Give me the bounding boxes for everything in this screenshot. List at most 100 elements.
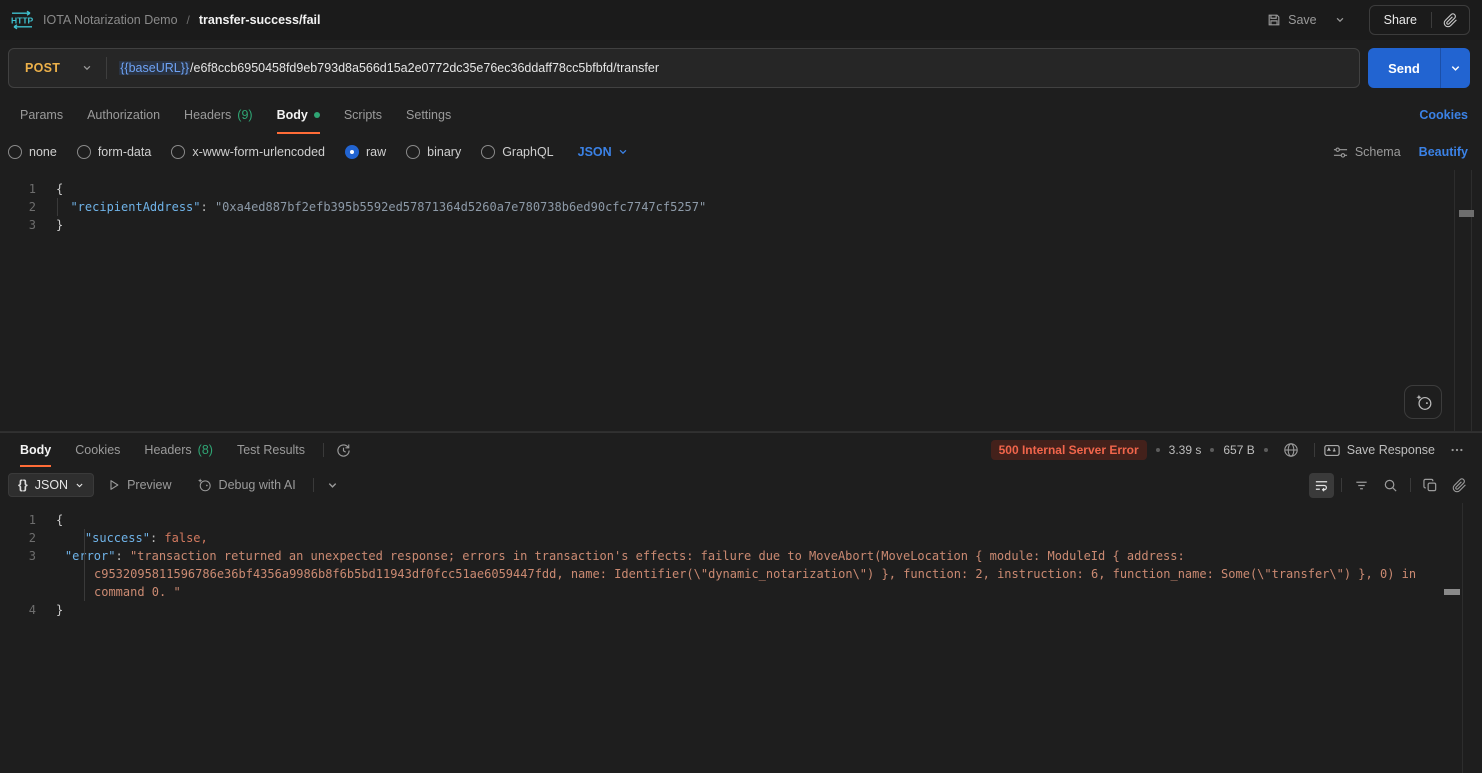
filter-icon	[1354, 478, 1369, 493]
code-text: "recipientAddress": "0xa4ed887bf2efb395b…	[36, 198, 706, 216]
response-body-viewer: 1 { 2 "success": false, 3 "error": "tran…	[0, 503, 1482, 773]
line-number: 2	[0, 529, 36, 547]
body-type-binary-label: binary	[427, 145, 461, 159]
request-tabs-bar: Params Authorization Headers(9) Body Scr…	[0, 96, 1482, 134]
code-text: "success": false,	[36, 529, 208, 547]
request-editor-line: 3 }	[0, 216, 1482, 234]
radio-icon	[171, 145, 185, 159]
link-response-button[interactable]	[1447, 473, 1472, 498]
code-text: }	[36, 601, 63, 619]
line-number: 1	[0, 511, 36, 529]
response-line: 3 "error": "transaction returned an unex…	[0, 547, 1482, 601]
network-info-button[interactable]	[1277, 438, 1305, 462]
body-type-urlencoded-label: x-www-form-urlencoded	[192, 145, 325, 159]
response-time[interactable]: 3.39 s	[1169, 443, 1202, 457]
filter-button[interactable]	[1349, 473, 1374, 498]
request-body-editor[interactable]: 1 { 2 "recipientAddress": "0xa4ed887bf2e…	[0, 170, 1482, 432]
response-view-toolbar: {} JSON Preview	[0, 467, 1482, 503]
url-input[interactable]: {{baseURL}}/e6f8ccb6950458fd9eb793d8a566…	[107, 61, 671, 75]
tab-authorization-label: Authorization	[87, 108, 160, 122]
schema-label: Schema	[1355, 145, 1401, 159]
copy-icon	[1423, 478, 1438, 493]
dot-separator	[1264, 448, 1268, 452]
json-string-value: "transaction returned an unexpected resp…	[94, 549, 1423, 599]
save-button[interactable]: Save	[1263, 7, 1321, 33]
body-type-graphql[interactable]: GraphQL	[481, 145, 553, 159]
editor-scrollbar-thumb[interactable]	[1459, 210, 1474, 217]
play-icon	[108, 479, 120, 491]
method-value: POST	[25, 61, 60, 75]
more-options-button[interactable]	[1444, 439, 1470, 461]
body-type-form-data-label: form-data	[98, 145, 152, 159]
share-button[interactable]: Share	[1370, 6, 1431, 34]
save-response-button[interactable]: Save Response	[1324, 443, 1435, 457]
preview-label: Preview	[127, 478, 171, 492]
save-response-icon	[1324, 444, 1340, 457]
body-type-none[interactable]: none	[8, 145, 57, 159]
response-tab-body[interactable]: Body	[8, 433, 63, 467]
body-type-urlencoded[interactable]: x-www-form-urlencoded	[171, 145, 325, 159]
send-button[interactable]: Send	[1368, 48, 1440, 88]
response-tabs-bar: Body Cookies Headers(8) Test Results 500…	[0, 433, 1482, 467]
code-text: }	[36, 216, 63, 234]
copy-link-button[interactable]	[1432, 6, 1469, 34]
debug-with-ai-label: Debug with AI	[219, 478, 296, 492]
response-size[interactable]: 657 B	[1223, 443, 1254, 457]
tab-scripts[interactable]: Scripts	[332, 96, 394, 134]
raw-language-value: JSON	[578, 145, 612, 159]
tab-authorization[interactable]: Authorization	[75, 96, 172, 134]
divider	[1314, 443, 1315, 457]
response-scrollbar-thumb[interactable]	[1444, 589, 1460, 595]
cookies-link[interactable]: Cookies	[1419, 108, 1468, 122]
topbar: HTTP IOTA Notarization Demo / transfer-s…	[0, 0, 1482, 40]
response-tab-cookies-label: Cookies	[75, 443, 120, 457]
body-type-raw[interactable]: raw	[345, 145, 386, 159]
tab-params[interactable]: Params	[8, 96, 75, 134]
preview-button[interactable]: Preview	[98, 473, 181, 497]
response-scrollbar-track[interactable]	[1462, 503, 1482, 773]
response-tab-headers[interactable]: Headers(8)	[132, 433, 225, 467]
postbot-button[interactable]	[1404, 385, 1442, 419]
schema-button[interactable]: Schema	[1333, 145, 1401, 160]
line-number: 2	[0, 198, 36, 216]
code-text: {	[36, 180, 63, 198]
beautify-button[interactable]: Beautify	[1419, 145, 1468, 159]
response-line: 2 "success": false,	[0, 529, 1482, 547]
save-options-chevron[interactable]	[1327, 9, 1353, 31]
tab-body[interactable]: Body	[265, 96, 332, 134]
raw-language-select[interactable]: JSON	[578, 145, 628, 159]
json-string-value: "0xa4ed887bf2efb395b5592ed57871364d5260a…	[215, 200, 706, 214]
response-tab-test-results[interactable]: Test Results	[225, 433, 317, 467]
send-split-button: Send	[1368, 48, 1470, 88]
paperclip-icon	[1452, 478, 1467, 493]
indent-guide	[84, 529, 85, 601]
view-options-chevron[interactable]	[321, 476, 344, 495]
tab-headers[interactable]: Headers(9)	[172, 96, 265, 134]
floppy-save-icon	[1267, 13, 1281, 27]
tab-settings[interactable]: Settings	[394, 96, 463, 134]
tab-settings-label: Settings	[406, 108, 451, 122]
response-tab-cookies[interactable]: Cookies	[63, 433, 132, 467]
breadcrumb-collection[interactable]: IOTA Notarization Demo	[43, 13, 178, 27]
response-history-button[interactable]	[330, 433, 357, 467]
body-type-raw-label: raw	[366, 145, 386, 159]
status-badge[interactable]: 500 Internal Server Error	[991, 440, 1147, 460]
response-format-select[interactable]: {} JSON	[8, 473, 94, 497]
method-select[interactable]: POST	[9, 49, 106, 87]
send-options-chevron[interactable]	[1440, 48, 1470, 88]
tab-scripts-label: Scripts	[344, 108, 382, 122]
wrap-text-icon	[1314, 478, 1329, 493]
copy-response-button[interactable]	[1418, 473, 1443, 498]
postbot-icon	[196, 477, 212, 493]
body-type-form-data[interactable]: form-data	[77, 145, 152, 159]
debug-with-ai-button[interactable]: Debug with AI	[186, 472, 306, 498]
wrap-text-toggle[interactable]	[1309, 473, 1334, 498]
divider	[1341, 478, 1342, 492]
body-type-binary[interactable]: binary	[406, 145, 461, 159]
radio-selected-icon	[345, 145, 359, 159]
divider	[313, 478, 314, 492]
breadcrumb-request-name[interactable]: transfer-success/fail	[199, 13, 321, 27]
tab-headers-label: Headers	[184, 108, 231, 122]
body-type-none-label: none	[29, 145, 57, 159]
search-button[interactable]	[1378, 473, 1403, 498]
